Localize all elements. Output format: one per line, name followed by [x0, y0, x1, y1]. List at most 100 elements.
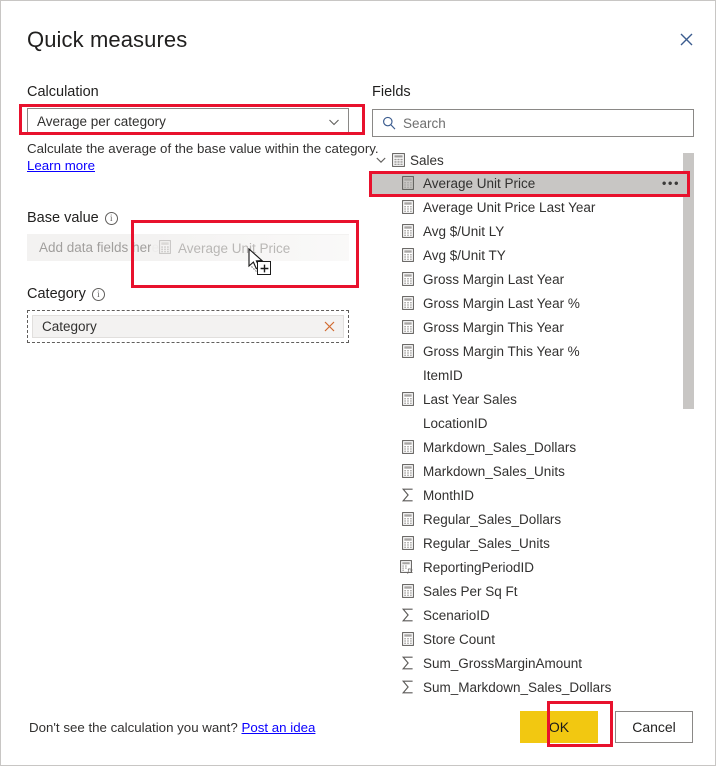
- calculation-label: Calculation: [27, 83, 357, 102]
- info-icon[interactable]: i: [104, 212, 118, 225]
- field-list-item-label: MonthID: [423, 487, 475, 503]
- sigma-icon: [400, 608, 415, 622]
- field-list-item-label: Gross Margin This Year %: [423, 343, 580, 359]
- calculated-column-glyph: fx: [400, 560, 414, 574]
- dialog-title: Quick measures: [27, 27, 188, 52]
- left-panel: Calculation Average per category Calcula…: [27, 83, 379, 343]
- field-list-item[interactable]: LocationID: [372, 411, 694, 435]
- fields-label: Fields: [372, 84, 411, 100]
- sigma-glyph: [401, 680, 413, 694]
- measure-calculator-icon: [400, 392, 415, 406]
- measure-calculator-glyph: [401, 512, 414, 526]
- measure-calculator-glyph: [401, 272, 414, 286]
- field-list-item[interactable]: Sum_GrossMarginAmount: [372, 651, 694, 675]
- measure-calculator-icon: [400, 296, 415, 310]
- close-icon[interactable]: [321, 319, 337, 335]
- field-list-item-label: ReportingPeriodID: [423, 559, 535, 575]
- field-list-item-label: Average Unit Price Last Year: [423, 199, 596, 215]
- category-dropzone[interactable]: Category: [27, 310, 349, 343]
- calculation-dropdown-wrap: Average per category: [27, 108, 357, 135]
- field-list-item[interactable]: Gross Margin This Year %: [372, 339, 694, 363]
- field-list-item[interactable]: MonthID: [372, 483, 694, 507]
- field-list-item[interactable]: Gross Margin Last Year %: [372, 291, 694, 315]
- field-list-item[interactable]: Sum_Markdown_Sales_Dollars: [372, 675, 694, 699]
- field-list-item[interactable]: Average Unit Price Last Year: [372, 195, 694, 219]
- field-list-item[interactable]: Gross Margin Last Year: [372, 267, 694, 291]
- field-list: Sales Average Unit Price ••• Average Unit …: [372, 149, 694, 707]
- measure-calculator-icon: [400, 224, 415, 238]
- category-section: Category i Category: [27, 285, 357, 343]
- measure-calculator-icon: [400, 344, 415, 358]
- field-list-item-label: Gross Margin Last Year: [423, 271, 565, 287]
- field-list-item[interactable]: Markdown_Sales_Units: [372, 459, 694, 483]
- close-icon[interactable]: [670, 23, 702, 55]
- calculation-selected-value: Average per category: [37, 114, 166, 129]
- measure-calculator-glyph: [401, 176, 414, 190]
- field-list-item-label: Sum_GrossMarginAmount: [423, 655, 583, 671]
- field-list-item-label: Store Count: [423, 631, 496, 647]
- table-icon: [392, 153, 405, 167]
- field-list-item-label: Sales Per Sq Ft: [423, 583, 518, 599]
- base-value-label: Base value i: [27, 209, 357, 228]
- field-list-item[interactable]: Avg $/Unit LY: [372, 219, 694, 243]
- field-list-item-label: LocationID: [423, 415, 488, 431]
- category-field-chip[interactable]: Category: [32, 315, 344, 338]
- field-list-item[interactable]: Store Count: [372, 627, 694, 651]
- field-list-item[interactable]: ScenarioID: [372, 603, 694, 627]
- measure-calculator-icon: [400, 632, 415, 646]
- measure-calculator-glyph: [401, 320, 414, 334]
- field-list-item-label: Regular_Sales_Dollars: [423, 511, 562, 527]
- search-input[interactable]: Search: [372, 109, 694, 137]
- field-list-item[interactable]: fx ReportingPeriodID: [372, 555, 694, 579]
- field-list-item-label: Gross Margin This Year: [423, 319, 564, 335]
- field-list-item-selected[interactable]: Average Unit Price •••: [372, 171, 694, 195]
- field-list-item[interactable]: Gross Margin This Year: [372, 315, 694, 339]
- sigma-icon: [400, 656, 415, 670]
- sigma-glyph: [401, 608, 413, 622]
- dialog-titlebar: Quick measures: [1, 1, 715, 63]
- measure-calculator-glyph: [401, 296, 414, 310]
- category-label: Category i: [27, 285, 357, 304]
- calculation-dropdown[interactable]: Average per category: [27, 108, 349, 135]
- ok-button[interactable]: OK: [520, 711, 598, 743]
- category-chip-label: Category: [42, 319, 97, 334]
- chevron-down-icon[interactable]: [375, 154, 387, 166]
- measure-calculator-icon: [400, 320, 415, 334]
- field-list-scrollbar[interactable]: [683, 149, 694, 707]
- field-list-item-label: Markdown_Sales_Units: [423, 463, 565, 479]
- measure-calculator-icon: [400, 200, 415, 214]
- field-list-item-label: Gross Margin Last Year %: [423, 295, 580, 311]
- sigma-icon: [400, 680, 415, 694]
- base-value-dropzone[interactable]: Add data fields here: [27, 234, 349, 261]
- field-list-item[interactable]: Markdown_Sales_Dollars: [372, 435, 694, 459]
- base-value-section: Base value i Add data fields here: [27, 209, 357, 261]
- cancel-button[interactable]: Cancel: [615, 711, 693, 743]
- field-list-item[interactable]: ItemID: [372, 363, 694, 387]
- field-list-item[interactable]: Regular_Sales_Units: [372, 531, 694, 555]
- field-list-item-label: Regular_Sales_Units: [423, 535, 550, 551]
- footer-note-text: Don't see the calculation you want?: [29, 720, 238, 735]
- info-icon[interactable]: i: [91, 288, 105, 301]
- base-value-placeholder: Add data fields here: [39, 240, 160, 255]
- field-list-item-label: ItemID: [423, 367, 463, 383]
- measure-calculator-glyph: [401, 584, 414, 598]
- close-glyph: [680, 33, 692, 45]
- field-list-item-label: Average Unit Price: [423, 175, 536, 191]
- field-list-item[interactable]: Last Year Sales: [372, 387, 694, 411]
- field-list-item[interactable]: Avg $/Unit TY: [372, 243, 694, 267]
- field-list-scrollbar-thumb[interactable]: [683, 153, 694, 409]
- measure-calculator-glyph: [401, 632, 414, 646]
- field-tree-table-sales[interactable]: Sales: [372, 149, 694, 171]
- field-list-item[interactable]: Sales Per Sq Ft: [372, 579, 694, 603]
- measure-calculator-glyph: [401, 392, 414, 406]
- post-an-idea-link[interactable]: Post an idea: [241, 720, 315, 735]
- measure-calculator-icon: [400, 536, 415, 550]
- calculation-label-text: Calculation: [27, 84, 99, 100]
- chevron-down-icon: [329, 119, 339, 125]
- learn-more-link[interactable]: Learn more: [27, 157, 95, 174]
- field-list-item[interactable]: Regular_Sales_Dollars: [372, 507, 694, 531]
- measure-calculator-icon: [400, 440, 415, 454]
- field-list-item-label: Sum_Markdown_Sales_Dollars: [423, 679, 612, 695]
- field-list-item-label: Last Year Sales: [423, 391, 517, 407]
- ellipsis-icon[interactable]: •••: [662, 177, 680, 190]
